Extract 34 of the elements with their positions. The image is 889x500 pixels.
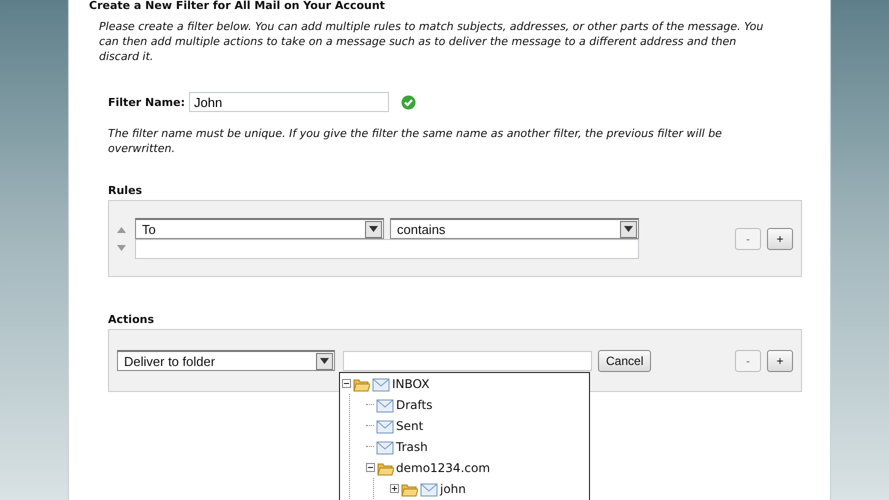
collapse-icon[interactable]: [366, 463, 375, 472]
folder-label[interactable]: demo1234.com: [396, 460, 490, 474]
filter-name-note: The filter name must be unique. If you give the filter the same name as another filter, the previous filter will be overwritten.: [108, 126, 723, 156]
actions-title: Actions: [108, 313, 155, 326]
rules-title: Rules: [108, 184, 144, 197]
cancel-button[interactable]: Cancel: [598, 350, 652, 372]
dropdown-icon: [320, 358, 329, 364]
expand-icon[interactable]: [390, 484, 399, 493]
intro-text: Please create a filter below. You can add multiple rules to match subjects, addresses, or other parts of the message. You can then add multiple actions to take on a message such as to deliver the message to a different address and then discard it.: [99, 19, 764, 64]
filter-name-field[interactable]: John: [188, 92, 389, 112]
dropdown-icon: [624, 226, 633, 232]
folder-label[interactable]: Sent: [396, 418, 424, 432]
folder-field[interactable]: [343, 350, 592, 370]
rule-value-field[interactable]: [135, 239, 639, 259]
folder-label[interactable]: john: [440, 482, 466, 496]
rule-operator-select[interactable]: contains: [390, 218, 639, 239]
envelope-icon: [376, 418, 394, 434]
dropdown-icon: [369, 226, 378, 232]
folder-label[interactable]: Drafts: [396, 398, 432, 412]
action-select[interactable]: Deliver to folder: [117, 350, 335, 371]
rule-field-select[interactable]: To: [135, 218, 384, 239]
envelope-icon: [420, 480, 438, 496]
collapse-icon[interactable]: [342, 379, 351, 388]
envelope-icon: [376, 438, 394, 454]
move-down-icon[interactable]: [117, 244, 126, 250]
page-heading: Create a New Filter for All Mail on Your Account: [89, 0, 386, 12]
folder-label[interactable]: INBOX: [392, 376, 430, 390]
add-button[interactable]: +: [767, 228, 793, 250]
filter-name-label: Filter Name:: [108, 96, 185, 108]
envelope-icon: [376, 396, 394, 412]
move-up-icon[interactable]: [117, 226, 126, 232]
add-button[interactable]: +: [767, 350, 793, 372]
envelope-icon: [372, 376, 390, 392]
folder-label[interactable]: Trash: [396, 440, 428, 454]
